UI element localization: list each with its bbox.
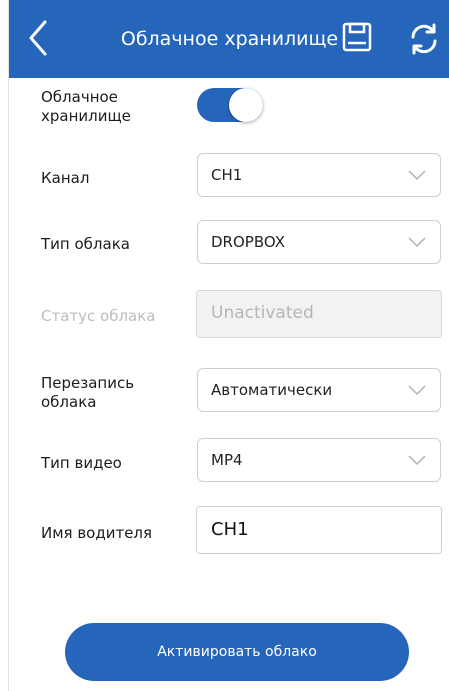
app-frame: Облачное хранилище Облачное хранилище Ка… [8,0,449,691]
toggle-knob [229,88,263,122]
cloud-storage-label: Облачное хранилище [41,88,131,126]
activate-cloud-button[interactable]: Активировать облако [65,623,409,681]
driver-name-value: CH1 [211,519,249,540]
driver-name-input[interactable]: CH1 [196,506,442,554]
cloud-status-value: Unactivated [211,303,314,323]
cloud-status-label: Статус облака [41,307,156,325]
cloud-storage-label-line2: хранилище [41,107,131,125]
video-type-label: Тип видео [41,454,122,472]
chevron-down-icon [408,170,426,181]
chevron-down-icon [408,455,426,466]
header-bar: Облачное хранилище [9,0,449,78]
cloud-storage-label-line1: Облачное [41,88,118,106]
channel-select[interactable]: CH1 [197,153,441,197]
chevron-down-icon [408,385,426,396]
chevron-down-icon [408,237,426,248]
cloud-type-value: DROPBOX [211,233,285,251]
cloud-type-select[interactable]: DROPBOX [197,220,441,264]
cloud-type-label: Тип облака [41,235,130,253]
cloud-overwrite-label-line1: Перезапись [41,374,135,392]
cloud-storage-toggle[interactable] [197,88,263,122]
cloud-overwrite-label-line2: облака [41,393,97,411]
channel-value: CH1 [211,166,243,184]
channel-label: Канал [41,169,90,187]
video-type-select[interactable]: MP4 [197,438,441,482]
driver-name-label: Имя водителя [41,524,153,542]
sync-icon[interactable] [407,22,441,56]
page-title: Облачное хранилище [120,28,339,50]
video-type-value: MP4 [211,451,243,469]
cloud-overwrite-select[interactable]: Автоматически [197,368,441,412]
cloud-overwrite-value: Автоматически [211,381,333,399]
cloud-overwrite-label: Перезапись облака [41,374,134,412]
save-icon[interactable] [342,22,372,52]
cloud-status-field: Unactivated [196,290,442,338]
